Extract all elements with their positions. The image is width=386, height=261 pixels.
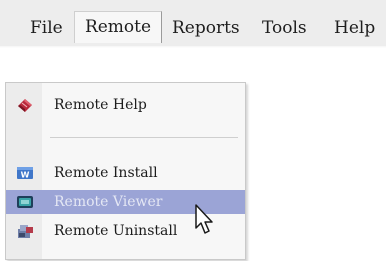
menu-remote[interactable]: Remote xyxy=(74,11,162,43)
menu-bar: File Remote Reports Tools Help xyxy=(0,0,386,47)
menu-tools[interactable]: Tools xyxy=(262,15,307,41)
menu-reports[interactable]: Reports xyxy=(172,15,240,41)
book-icon xyxy=(16,97,34,113)
menu-bar-shadow xyxy=(0,46,386,48)
install-icon: W xyxy=(16,165,34,181)
menu-item-label: Remote Install xyxy=(54,165,158,181)
menu-file[interactable]: File xyxy=(30,15,63,41)
menu-item-label: Remote Uninstall xyxy=(54,223,178,239)
menu-help[interactable]: Help xyxy=(334,15,375,41)
menu-item-remote-install[interactable]: W Remote Install xyxy=(6,161,245,185)
menu-item-label: Remote Help xyxy=(54,97,147,113)
menu-separator xyxy=(50,137,238,138)
mouse-pointer-icon xyxy=(194,204,218,238)
svg-text:W: W xyxy=(21,171,30,180)
uninstall-icon xyxy=(16,223,34,239)
monitor-icon xyxy=(16,194,34,210)
menu-item-label: Remote Viewer xyxy=(54,194,163,210)
menu-item-remote-help[interactable]: Remote Help xyxy=(6,93,245,117)
